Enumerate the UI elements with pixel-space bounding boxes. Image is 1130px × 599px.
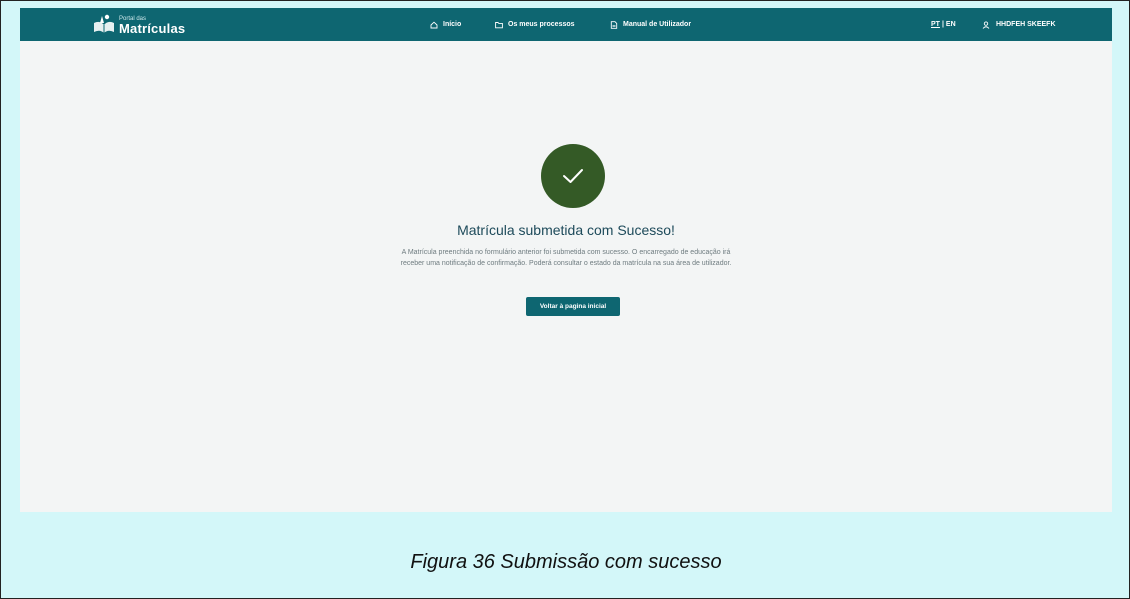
success-message: A Matrícula preenchida no formulário ant…	[400, 249, 732, 267]
user-icon	[982, 20, 990, 29]
language-switcher: PT | EN	[931, 8, 956, 41]
figure-caption: Figura 36 Submissão com sucesso	[410, 551, 722, 573]
folder-icon	[495, 21, 503, 28]
logo-title: Matrículas	[119, 20, 186, 36]
nav-inicio-label: Início	[443, 21, 462, 28]
portal-logo[interactable]: Portal das Matrículas	[92, 13, 185, 37]
check-icon	[563, 169, 583, 183]
nav-manual-label: Manual de Utilizador	[623, 21, 692, 28]
app-screenshot: Portal das Matrículas Início Os meus pro…	[20, 8, 1112, 512]
home-icon	[430, 21, 438, 28]
nav-inicio[interactable]: Início	[430, 8, 461, 41]
logo-icon	[94, 14, 114, 33]
lang-pt[interactable]: PT	[931, 21, 940, 28]
nav-meus-processos[interactable]: Os meus processos	[495, 8, 575, 41]
success-title: Matrícula submetida com Sucesso!	[457, 222, 675, 238]
nav-manual-utilizador[interactable]: Manual de Utilizador	[610, 8, 691, 41]
success-badge	[541, 144, 605, 208]
document-icon	[610, 20, 618, 29]
user-name: HHDFEH SKEEFK	[996, 21, 1056, 28]
document-frame: Portal das Matrículas Início Os meus pro…	[0, 0, 1130, 599]
lang-separator: |	[941, 21, 944, 28]
top-navigation-bar: Portal das Matrículas Início Os meus pro…	[20, 8, 1112, 41]
back-to-home-button[interactable]: Voltar à pagina inicial	[526, 297, 620, 316]
lang-en[interactable]: EN	[946, 21, 956, 28]
nav-processos-label: Os meus processos	[508, 21, 575, 28]
user-menu[interactable]: HHDFEH SKEEFK	[982, 8, 1056, 41]
